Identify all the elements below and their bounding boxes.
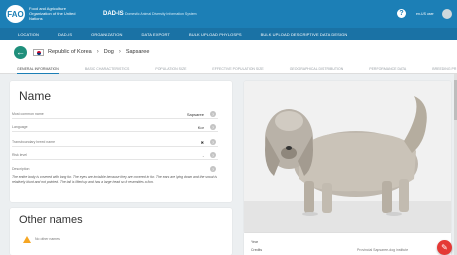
name-card-title: Name <box>19 89 52 103</box>
no-other-names-text: No other names <box>35 237 60 241</box>
dog-photo-image <box>244 81 451 233</box>
help-icon[interactable]: ? <box>210 166 216 172</box>
help-icon[interactable]: ? <box>210 111 216 117</box>
field-label: Most common name <box>12 112 44 116</box>
app-title[interactable]: DAD-IS <box>103 11 124 17</box>
field-description: Description ? <box>12 164 218 174</box>
fao-logo[interactable]: FAO <box>6 5 25 23</box>
field-most-common-name: Most common name Sapsaree ? <box>12 109 218 119</box>
photo-caption: Year Credits Provincial Sapsaree-dog ins… <box>244 233 451 255</box>
chevron-right-icon: › <box>118 49 121 55</box>
credits-value: Provincial Sapsaree-dog institute <box>357 248 409 252</box>
tab-performance-data[interactable]: PERFORMANCE DATA <box>369 64 406 74</box>
breadcrumb-country[interactable]: Republic of Korea <box>48 49 92 55</box>
other-names-title: Other names <box>19 214 83 226</box>
app-header: FAO Food and Agriculture Organization of… <box>0 0 457 28</box>
help-icon[interactable]: ? <box>397 9 406 18</box>
field-risk-level: Risk level - ? <box>12 150 218 160</box>
menu-item-data-export[interactable]: DATA EXPORT <box>141 32 169 37</box>
user-label[interactable]: en-US user <box>416 12 434 16</box>
help-icon[interactable]: ? <box>210 152 216 158</box>
breed-photo[interactable] <box>244 81 451 233</box>
tab-general-information[interactable]: GENERAL INFORMATION <box>17 64 59 74</box>
help-icon[interactable]: ? <box>210 139 216 145</box>
tab-effective-population-size[interactable]: EFFECTIVE POPULATION SIZE <box>212 64 263 74</box>
cross-icon: ✖ <box>200 140 204 145</box>
menu-item-location[interactable]: LOCATION <box>18 32 39 37</box>
avatar[interactable] <box>442 9 452 19</box>
tab-geographical-distribution[interactable]: GEOGRAPHICAL DISTRIBUTION <box>290 64 344 74</box>
year-label: Year <box>251 240 259 244</box>
credits-label: Credits <box>251 248 263 252</box>
edit-button[interactable]: ✎ <box>437 240 452 255</box>
field-label: Language <box>12 125 28 129</box>
app-subtitle: Domestic Animal Diversity Information Sy… <box>125 12 197 16</box>
main-menu: LOCATION DAD-IS ORGANIZATION DATA EXPORT… <box>0 28 457 40</box>
menu-item-bulk-upload-phylosps[interactable]: BULK UPLOAD PHYLOSPS <box>189 32 242 37</box>
field-language: Language Kor ? <box>12 122 218 132</box>
help-icon[interactable]: ? <box>210 124 216 130</box>
section-tabs: GENERAL INFORMATION BASIC CHARACTERISTIC… <box>0 64 457 74</box>
field-transboundary-name: Transboundary breed name ✖ ? <box>12 137 218 147</box>
warning-icon <box>23 236 31 243</box>
korea-flag-icon <box>33 48 44 56</box>
field-label: Risk level <box>12 153 27 157</box>
menu-item-organization[interactable]: ORGANIZATION <box>91 32 122 37</box>
other-names-card: Other names No other names <box>10 208 232 255</box>
back-button[interactable]: ← <box>14 45 27 59</box>
field-value: Sapsaree <box>186 112 204 117</box>
breadcrumb: ← Republic of Korea › Dog › Sapsaree <box>0 40 457 64</box>
organization-name: Food and Agriculture Organization of the… <box>29 6 76 21</box>
menu-item-bulk-upload-descriptive[interactable]: BULK UPLOAD DESCRIPTIVE DATA DESIGN <box>261 32 348 37</box>
field-value: Kor <box>197 125 204 130</box>
field-label: Transboundary breed name <box>12 140 56 144</box>
tab-population-size[interactable]: POPULATION SIZE <box>155 64 186 74</box>
field-label: Description <box>12 167 30 171</box>
field-value: - <box>202 153 204 158</box>
breadcrumb-breed: Sapsaree <box>125 49 150 55</box>
description-text: The entire body is covered with long fur… <box>12 175 217 185</box>
tab-breeding[interactable]: BREEDING PR <box>432 64 456 74</box>
chevron-right-icon: › <box>96 49 99 55</box>
tab-basic-characteristics[interactable]: BASIC CHARACTERISTICS <box>85 64 130 74</box>
menu-item-dadis[interactable]: DAD-IS <box>58 32 72 37</box>
breadcrumb-species[interactable]: Dog <box>104 49 114 55</box>
